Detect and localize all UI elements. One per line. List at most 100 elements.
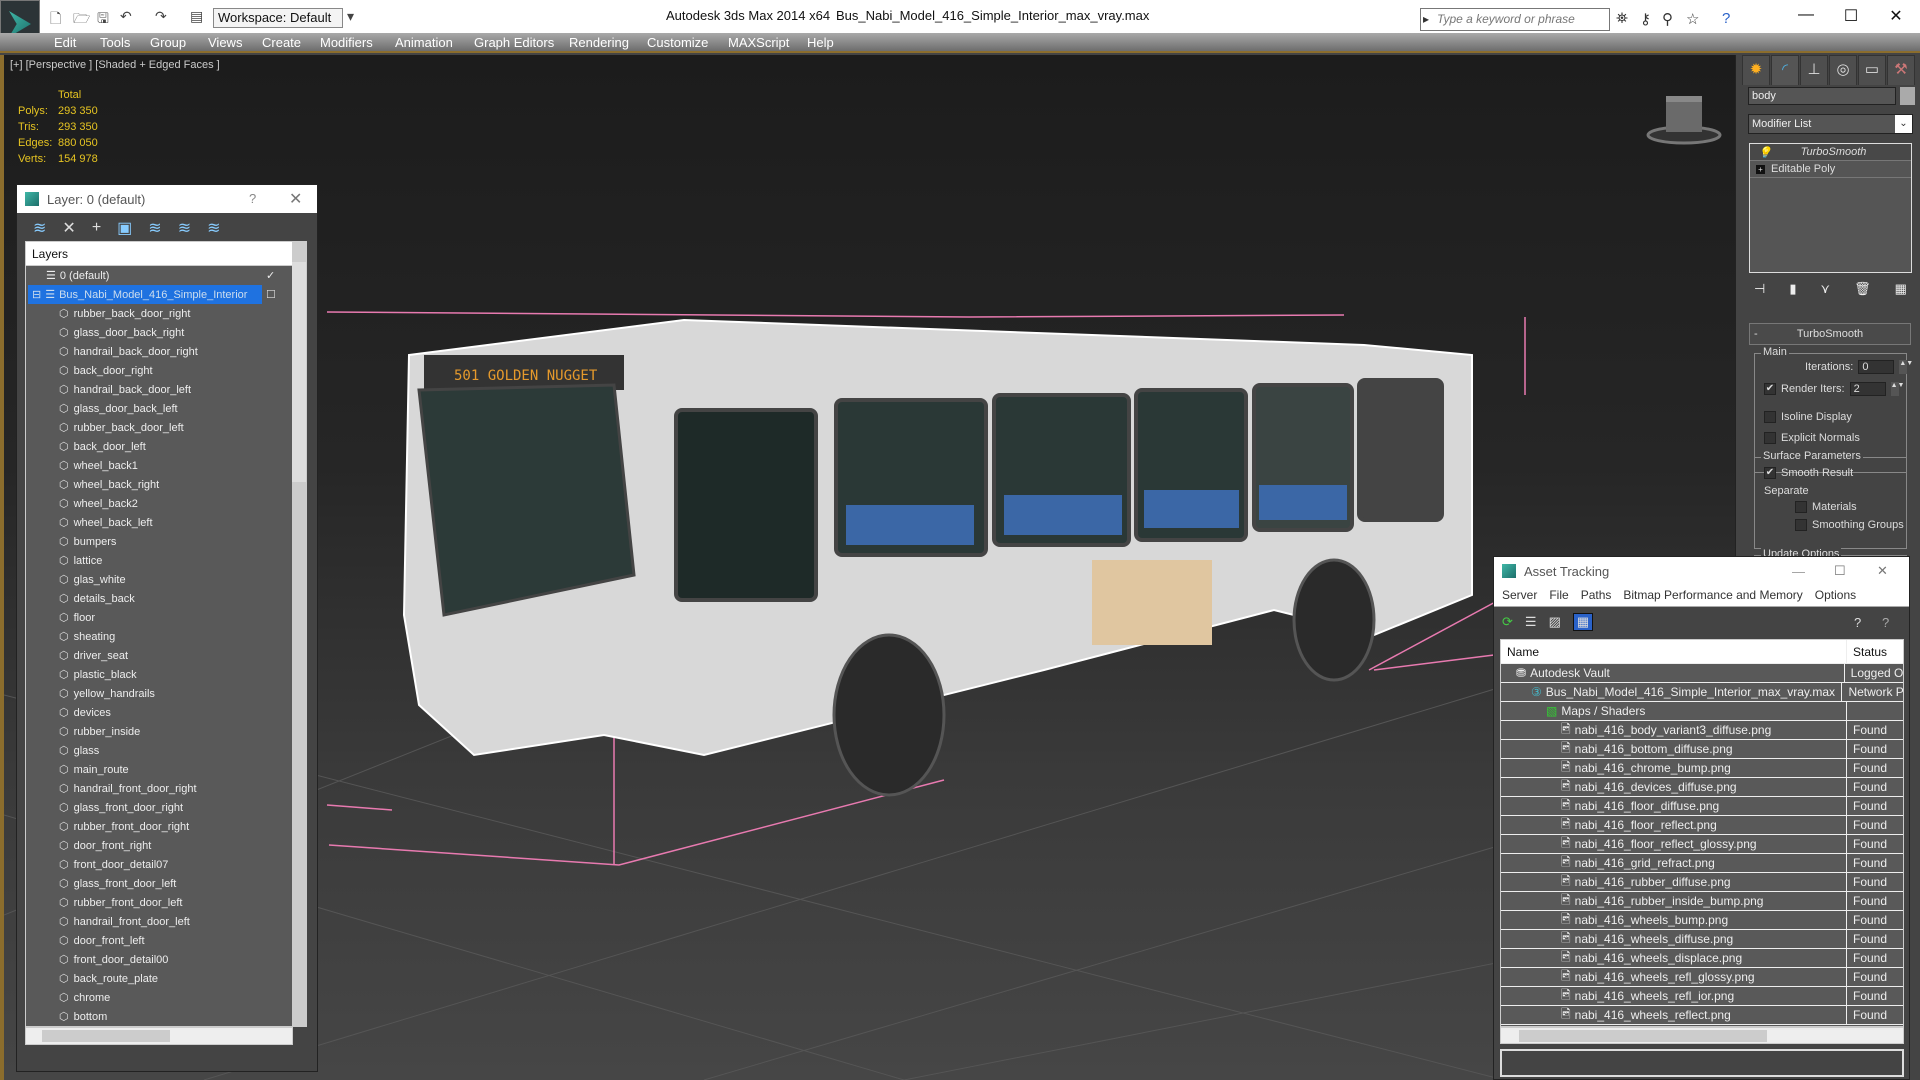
layer-object-row[interactable]: ⬡ driver_seat bbox=[26, 646, 306, 665]
turbosmooth-rollout-header[interactable]: - TurboSmooth bbox=[1749, 323, 1911, 345]
motion-tab-icon[interactable]: ◎ bbox=[1829, 55, 1857, 85]
maximize-button[interactable]: ☐ bbox=[1831, 6, 1871, 26]
display-tab-icon[interactable]: ▭ bbox=[1858, 55, 1886, 85]
search-input[interactable]: Type a keyword or phrase bbox=[1420, 8, 1610, 31]
create-tab-icon[interactable]: ✹ bbox=[1742, 55, 1770, 85]
layer-object-row[interactable]: ⬡ rubber_back_door_left bbox=[26, 418, 306, 437]
pin-stack-icon[interactable]: ⊣ bbox=[1754, 281, 1765, 297]
active-layer-checkmark-icon[interactable]: ✓ bbox=[266, 269, 275, 282]
layer-object-row[interactable]: ⬡ door_front_left bbox=[26, 931, 306, 950]
asset-row[interactable]: 🖻 nabi_416_wheels_displace.png Found bbox=[1501, 949, 1903, 968]
make-unique-icon[interactable]: ⋎ bbox=[1821, 281, 1831, 297]
lightbulb-icon[interactable]: 💡 bbox=[1758, 146, 1772, 159]
utilities-tab-icon[interactable]: ⚒ bbox=[1887, 55, 1915, 85]
layer-object-row[interactable]: ⬡ floor bbox=[26, 608, 306, 627]
redo-icon[interactable]: ↷ bbox=[155, 8, 167, 25]
open-file-icon[interactable]: 🗁 bbox=[73, 8, 90, 32]
iterations-spinner[interactable]: 0 bbox=[1858, 360, 1895, 374]
save-icon[interactable]: 🖫 bbox=[97, 8, 109, 32]
close-icon[interactable]: ✕ bbox=[289, 189, 302, 209]
hide-freeze-layers-icon[interactable]: ≋ bbox=[207, 218, 220, 238]
layer-object-row[interactable]: ⬡ back_door_right bbox=[26, 361, 306, 380]
layer-object-row[interactable]: ⬡ front_door_detail07 bbox=[26, 855, 306, 874]
layer-object-row[interactable]: ⬡ rubber_front_door_left bbox=[26, 893, 306, 912]
new-file-icon[interactable]: 🗋 bbox=[50, 8, 61, 32]
delete-layer-icon[interactable]: ✕ bbox=[62, 218, 75, 238]
show-end-result-icon[interactable]: ▮ bbox=[1789, 281, 1796, 297]
undo-icon[interactable]: ↶ bbox=[120, 8, 132, 25]
chevron-down-icon[interactable]: ⌄ bbox=[1895, 115, 1912, 133]
collapse-icon[interactable]: ⊟ bbox=[32, 288, 41, 301]
asset-row[interactable]: 🖻 nabi_416_floor_diffuse.png Found bbox=[1501, 797, 1903, 816]
expand-icon[interactable]: + bbox=[1756, 164, 1765, 174]
materials-checkbox[interactable] bbox=[1795, 501, 1807, 513]
help-button[interactable]: ? bbox=[249, 191, 256, 206]
asset-row[interactable]: 🖻 nabi_416_wheels_refl_ior.png Found bbox=[1501, 987, 1903, 1006]
layer-object-row[interactable]: ⬡ lattice bbox=[26, 551, 306, 570]
layer-object-row[interactable]: ⬡ rubber_inside bbox=[26, 722, 306, 741]
asset-table[interactable]: Name Status ⛃ Autodesk Vault Logged O ③ Bus_… bbox=[1500, 639, 1904, 1027]
close-button[interactable]: ✕ bbox=[1877, 563, 1888, 579]
binoculars-icon[interactable]: ⛯ bbox=[1616, 10, 1628, 27]
layer-tree[interactable]: Layers ☰ 0 (default) ✓ ⊟ ☰ Bus_Nabi_Model_41… bbox=[25, 241, 307, 1027]
modifier-list-dropdown[interactable]: Modifier List ⌄ bbox=[1748, 114, 1913, 134]
layer-object-row[interactable]: ⬡ door_front_right bbox=[26, 836, 306, 855]
render-iters-checkbox[interactable]: ✔ bbox=[1764, 383, 1776, 395]
layer-object-row[interactable]: ⬡ plastic_black bbox=[26, 665, 306, 684]
layer-object-row[interactable]: ⬡ yellow_handrails bbox=[26, 684, 306, 703]
modify-tab-icon[interactable]: ◜ bbox=[1771, 55, 1799, 85]
scroll-thumb[interactable] bbox=[1519, 1030, 1767, 1042]
layer-object-row[interactable]: ⬡ wheel_back_right bbox=[26, 475, 306, 494]
layer-object-row[interactable]: ⬡ chrome bbox=[26, 988, 306, 1007]
layer-object-row[interactable]: ⬡ front_door_detail00 bbox=[26, 950, 306, 969]
menu-rendering[interactable]: Rendering bbox=[569, 35, 629, 50]
layer-dialog-titlebar[interactable]: Layer: 0 (default) ? ✕ bbox=[17, 185, 317, 213]
layer-row-default[interactable]: ☰ 0 (default) ✓ bbox=[26, 266, 306, 285]
menu-animation[interactable]: Animation bbox=[395, 35, 453, 50]
object-name-field[interactable]: body bbox=[1748, 87, 1896, 105]
menu-graph-editors[interactable]: Graph Editors bbox=[474, 35, 554, 50]
layer-object-row[interactable]: ⬡ glas_white bbox=[26, 570, 306, 589]
configure-modifier-sets-icon[interactable]: ▦ bbox=[1895, 281, 1907, 297]
asset-row[interactable]: ⛃ Autodesk Vault Logged O bbox=[1501, 664, 1903, 683]
favorites-star-icon[interactable]: ☆ bbox=[1686, 10, 1699, 28]
menu-help[interactable]: Help bbox=[807, 35, 834, 50]
menu-maxscript[interactable]: MAXScript bbox=[728, 35, 789, 50]
asset-menu-bitmap-performance[interactable]: Bitmap Performance and Memory bbox=[1623, 588, 1802, 603]
customize-toolbar-icon[interactable]: ▾ bbox=[347, 8, 354, 25]
layer-object-row[interactable]: ⬡ handrail_back_door_right bbox=[26, 342, 306, 361]
select-objects-icon[interactable]: ▣ bbox=[117, 218, 132, 238]
table-view-icon[interactable]: ▦ bbox=[1572, 613, 1594, 631]
asset-row[interactable]: 🖻 nabi_416_wheels_diffuse.png Found bbox=[1501, 930, 1903, 949]
asset-row[interactable]: ③ Bus_Nabi_Model_416_Simple_Interior_max_… bbox=[1501, 683, 1903, 702]
set-active-checkbox[interactable]: ☐ bbox=[266, 288, 276, 301]
asset-row[interactable]: 🖻 nabi_416_wheels_bump.png Found bbox=[1501, 911, 1903, 930]
menu-views[interactable]: Views bbox=[208, 35, 242, 50]
stack-item-turbosmooth[interactable]: 💡 TurboSmooth bbox=[1750, 144, 1911, 161]
smooth-result-checkbox[interactable]: ✔ bbox=[1764, 467, 1776, 479]
layer-row-selected[interactable]: ⊟ ☰ Bus_Nabi_Model_416_Simple_Interior ☐ bbox=[28, 285, 276, 304]
layer-object-row[interactable]: ⬡ bumpers bbox=[26, 532, 306, 551]
layer-object-row[interactable]: ⬡ glass_front_door_left bbox=[26, 874, 306, 893]
thumbnail-view-icon[interactable]: ▨ bbox=[1549, 614, 1561, 630]
asset-row[interactable]: 🖻 nabi_416_devices_diffuse.png Found bbox=[1501, 778, 1903, 797]
scroll-thumb[interactable] bbox=[292, 262, 306, 482]
layer-object-row[interactable]: ⬡ main_route bbox=[26, 760, 306, 779]
scroll-thumb[interactable] bbox=[42, 1030, 170, 1042]
minimize-button[interactable]: — bbox=[1786, 6, 1826, 24]
layer-object-row[interactable]: ⬡ devices bbox=[26, 703, 306, 722]
asset-row[interactable]: 🖻 nabi_416_floor_reflect_glossy.png Found bbox=[1501, 835, 1903, 854]
layer-horizontal-scrollbar[interactable] bbox=[25, 1027, 293, 1045]
help-icon[interactable]: ? bbox=[1722, 10, 1730, 27]
asset-row[interactable]: 🖻 nabi_416_wheels_reflect.png Found bbox=[1501, 1006, 1903, 1025]
asset-row[interactable]: 🖻 nabi_416_grid_refract.png Found bbox=[1501, 854, 1903, 873]
menu-create[interactable]: Create bbox=[262, 35, 301, 50]
asset-menu-options[interactable]: Options bbox=[1815, 588, 1856, 603]
asset-row[interactable]: ▧ Maps / Shaders bbox=[1501, 702, 1903, 721]
stack-item-editable-poly[interactable]: + Editable Poly bbox=[1750, 161, 1911, 178]
render-iters-spinner[interactable]: 2 bbox=[1849, 382, 1886, 396]
layer-object-row[interactable]: ⬡ bottom bbox=[26, 1007, 306, 1026]
layer-object-row[interactable]: ⬡ wheel_back1 bbox=[26, 456, 306, 475]
name-column-header[interactable]: Name bbox=[1501, 640, 1847, 663]
asset-menu-file[interactable]: File bbox=[1549, 588, 1568, 603]
